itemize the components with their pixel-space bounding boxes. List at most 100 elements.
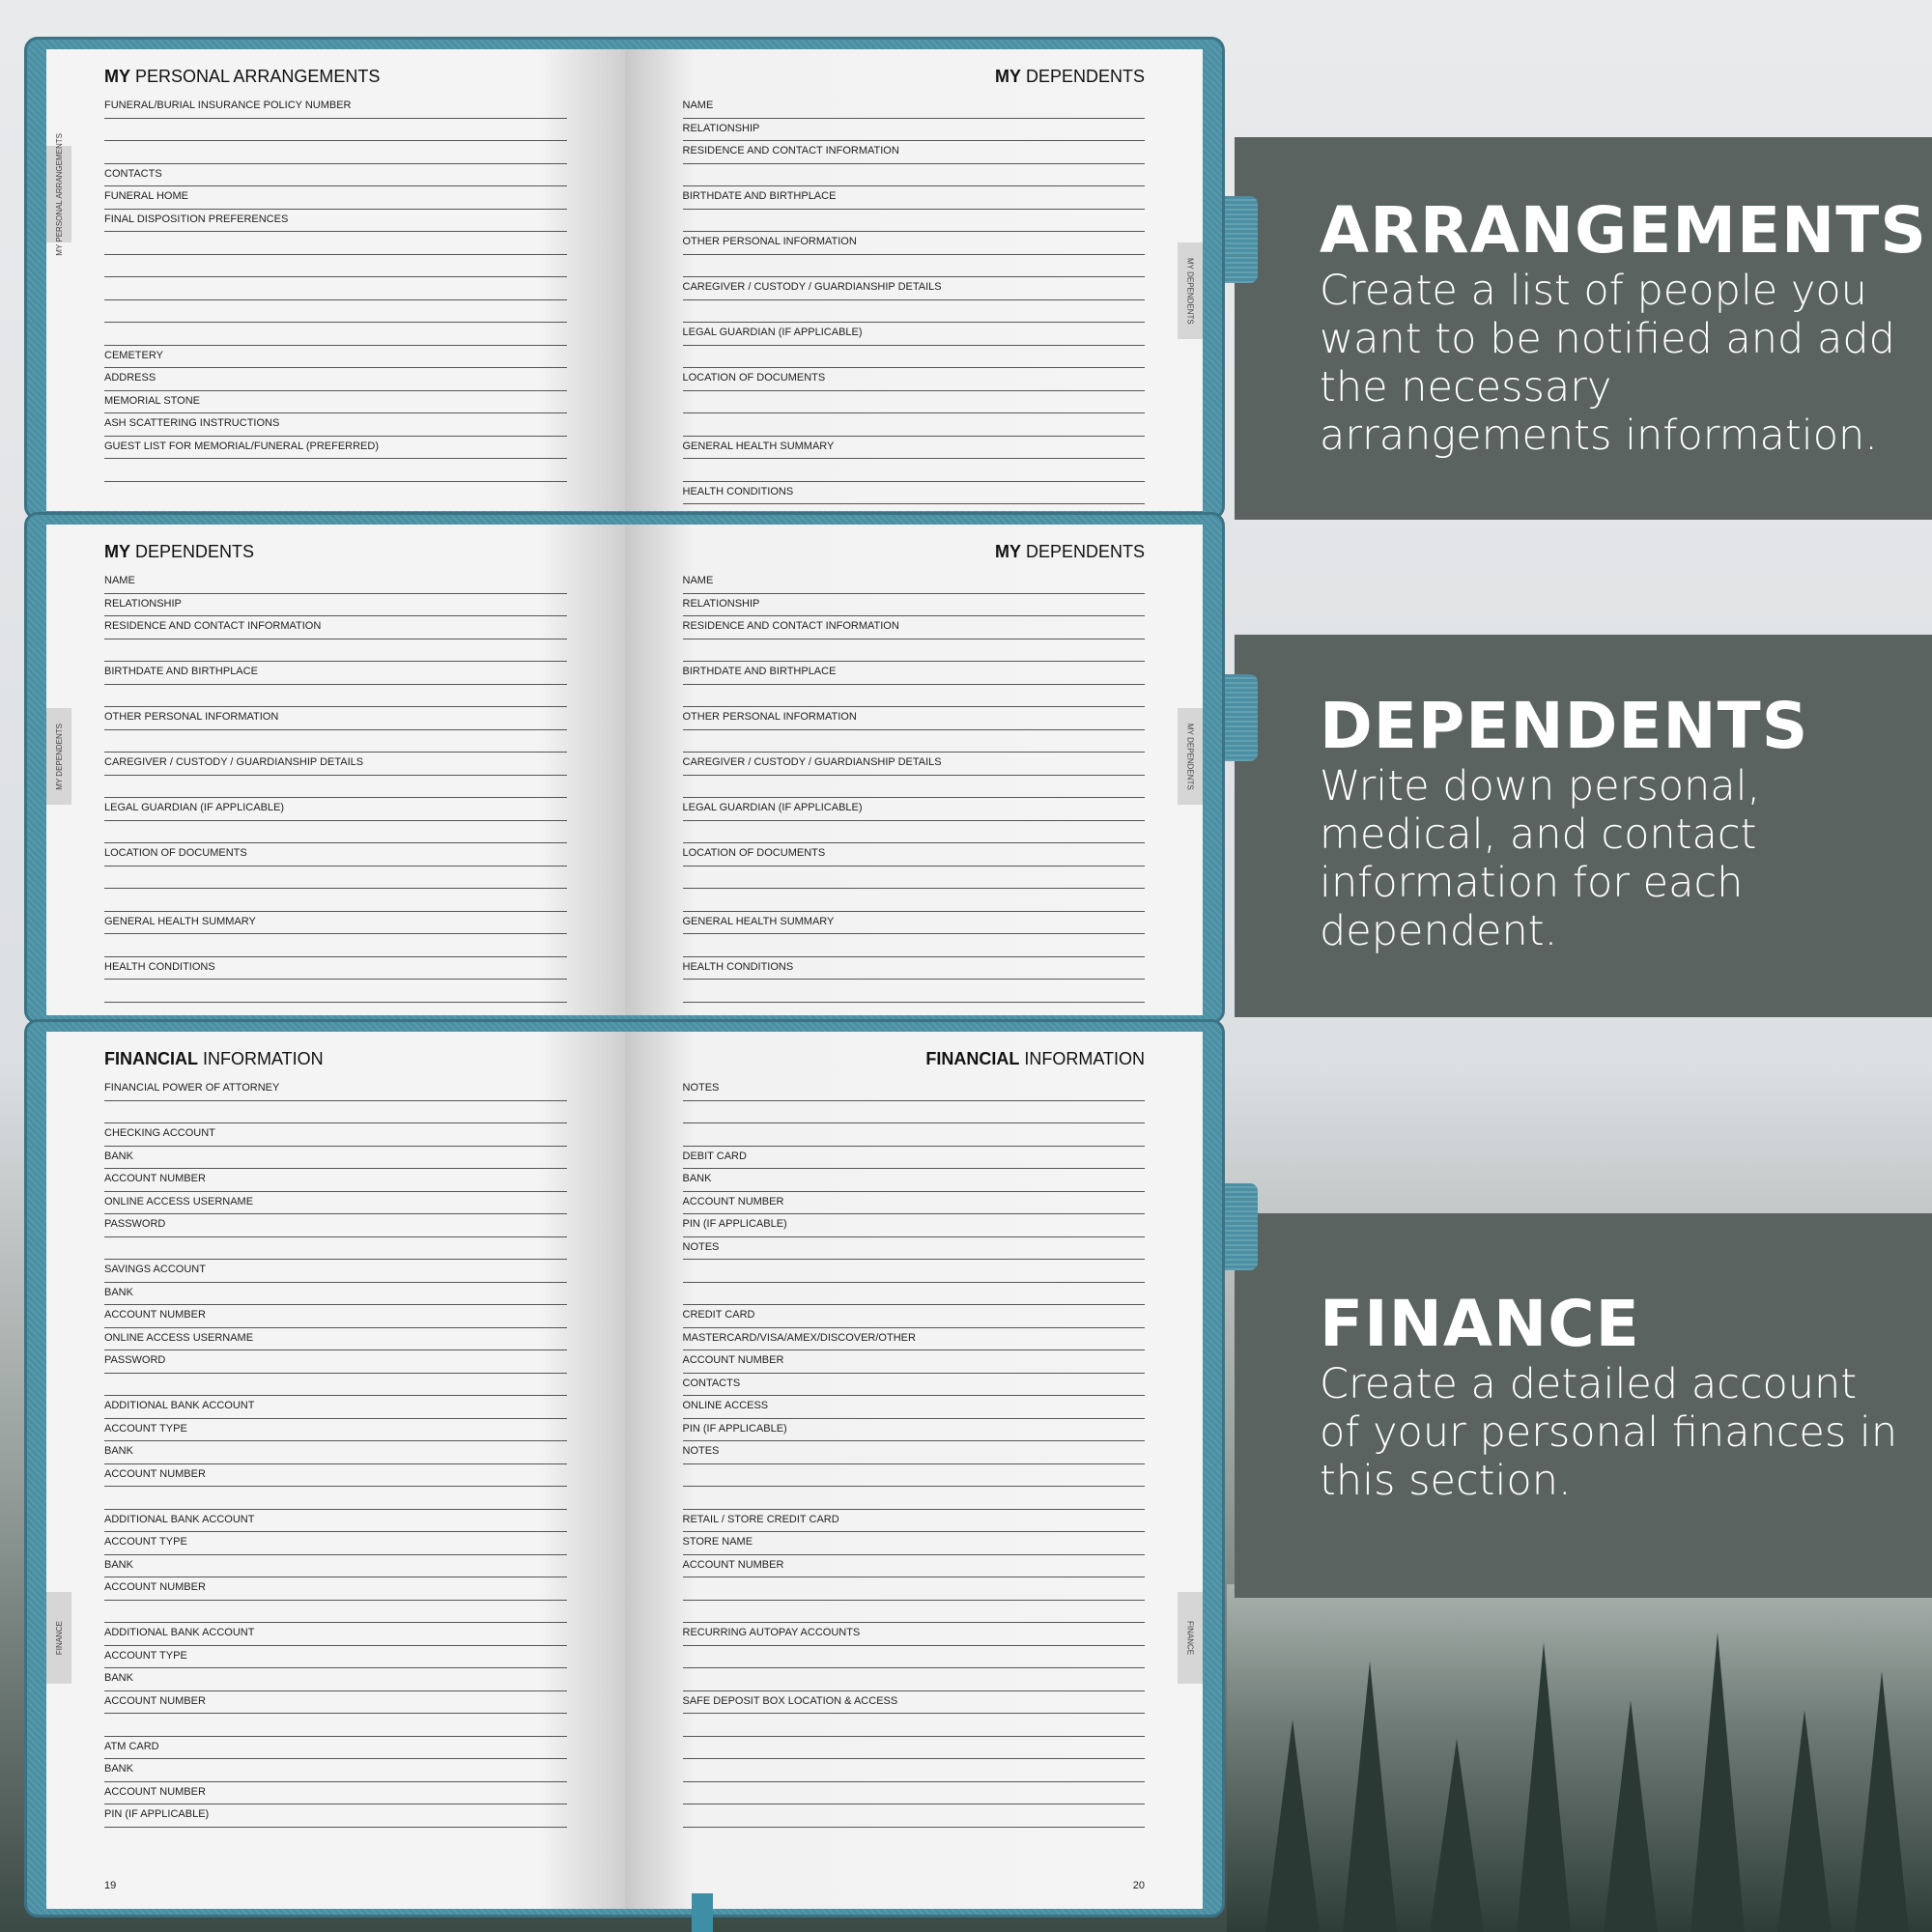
blank-writing-line [682,1804,1145,1828]
blank-writing-line [104,300,567,323]
form-field-label: PIN (IF APPLICABLE) [682,1214,1145,1237]
form-field-label: ACCOUNT NUMBER [104,1169,567,1192]
blank-writing-line [682,1646,1145,1668]
form-field-label: LEGAL GUARDIAN (IF APPLICABLE) [682,323,1145,346]
form-field-label: HEALTH CONDITIONS [104,957,567,980]
form-field-label: RESIDENCE AND CONTACT INFORMATION [682,616,1145,639]
form-field-label: NAME [682,571,1145,594]
form-field-label: PIN (IF APPLICABLE) [682,1419,1145,1441]
elastic-band-icon [1225,196,1258,283]
form-field-label: LOCATION OF DOCUMENTS [682,843,1145,867]
side-tab-label: MY DEPENDENTS [1185,257,1195,325]
blank-writing-line [682,346,1145,368]
blank-writing-line [104,685,567,707]
blank-writing-line [682,164,1145,186]
elastic-band-icon [1225,1183,1258,1270]
blank-writing-line [682,1714,1145,1737]
blank-writing-line [104,323,567,346]
blank-writing-line [682,776,1145,798]
form-field-label: NOTES [682,1237,1145,1260]
blank-writing-line [682,1577,1145,1601]
side-tab-label: MY PERSONAL ARRANGEMENTS [54,132,64,256]
blank-writing-line [104,277,567,300]
form-field-label: ACCOUNT NUMBER [682,1350,1145,1374]
form-field-label: ADDITIONAL BANK ACCOUNT [104,1623,567,1646]
blank-writing-line [682,300,1145,323]
form-field-label: HEALTH CONDITIONS [682,957,1145,980]
form-field-label: ADDITIONAL BANK ACCOUNT [104,1510,567,1532]
notebook-spread-dependents: MY DEPENDENTS NAME RELATIONSHIP RESIDENCE A… [24,512,1225,1024]
page-number: 20 [1132,1880,1145,1891]
panel-dependents: DEPENDENTS Write down personal, medical,… [1235,635,1932,1017]
form-field-label: ONLINE ACCESS [682,1396,1145,1419]
form-field-label: OTHER PERSONAL INFORMATION [104,707,567,730]
page-title-bold: FINANCIAL [104,1049,198,1068]
form-field-label: ACCOUNT NUMBER [104,1464,567,1487]
panel-finance: FINANCE Create a detailed account of you… [1235,1213,1932,1598]
form-field-label: CHECKING ACCOUNT [104,1123,567,1147]
page-title-rest: DEPENDENTS [1020,542,1145,561]
form-field-label: MASTERCARD/VISA/AMEX/DISCOVER/OTHER [682,1328,1145,1350]
form-field-label: OTHER PERSONAL INFORMATION [682,707,1145,730]
blank-writing-line [104,1237,567,1260]
blank-writing-line [104,889,567,912]
form-field-label: ASH SCATTERING INSTRUCTIONS [104,413,567,437]
blank-writing-line [104,821,567,843]
section-side-tab: MY PERSONAL ARRANGEMENTS [46,133,71,255]
blank-writing-line [104,141,567,164]
blank-writing-line [682,255,1145,277]
form-field-label: BIRTHDATE AND BIRTHPLACE [682,186,1145,210]
form-field-label: CONTACTS [682,1374,1145,1396]
form-field-label: ADDITIONAL BANK ACCOUNT [104,1396,567,1419]
form-field-label: GENERAL HEALTH SUMMARY [682,912,1145,934]
blank-writing-line [682,1464,1145,1487]
blank-writing-line [104,1487,567,1510]
form-field-label: RECURRING AUTOPAY ACCOUNTS [682,1623,1145,1646]
bookmark-ribbon [692,1893,713,1932]
form-field-label: DEBIT CARD [682,1147,1145,1169]
blank-writing-line [104,1101,567,1123]
page-title-bold: MY [104,542,130,561]
page-title: MY DEPENDENTS [683,542,1145,563]
form-field-label: ADDRESS [104,368,567,391]
blank-writing-line [104,1374,567,1396]
form-field-label: CAREGIVER / CUSTODY / GUARDIANSHIP DETAI… [682,277,1145,300]
page-title-rest: INFORMATION [1019,1049,1145,1068]
panel-text: Create a detailed account of your person… [1320,1360,1898,1505]
form-field-label: BANK [682,1169,1145,1192]
page-left: MY DEPENDENTS NAME RELATIONSHIP RESIDENCE A… [46,525,625,1015]
page-title: MY PERSONAL ARRANGEMENTS [104,67,567,88]
blank-writing-line [682,685,1145,707]
form-field-label: FINANCIAL POWER OF ATTORNEY [104,1078,567,1101]
form-field-label: NOTES [682,1078,1145,1101]
blank-writing-line [682,1260,1145,1283]
page-right: MY DEPENDENTS NAME RELATIONSHIP RESIDENCE A… [624,49,1203,511]
blank-writing-line [682,459,1145,482]
form-field-label: BANK [104,1283,567,1305]
panel-title: DEPENDENTS [1320,689,1809,763]
panel-title: ARRANGEMENTS [1320,193,1927,268]
form-field-label: ACCOUNT NUMBER [682,1192,1145,1214]
section-side-tab: MY DEPENDENTS [1178,708,1203,805]
form-field-label: RETAIL / STORE CREDIT CARD [682,1510,1145,1532]
blank-writing-line [682,413,1145,437]
form-field-label: CREDIT CARD [682,1305,1145,1328]
section-side-tab: FINANCE [1178,1592,1203,1684]
page-title-bold: MY [994,67,1021,86]
page-title-bold: FINANCIAL [925,1049,1020,1068]
blank-writing-line [104,1714,567,1737]
elastic-band-icon [1225,674,1258,761]
blank-writing-line [682,639,1145,662]
form-field-label: NOTES [682,1441,1145,1464]
page-title: MY DEPENDENTS [104,542,567,563]
panel-arrangements: ARRANGEMENTS Create a list of people you… [1235,137,1932,520]
forest-background [1227,1584,1932,1932]
blank-writing-line [682,210,1145,232]
form-field-label: ACCOUNT NUMBER [104,1691,567,1714]
blank-writing-line [104,867,567,889]
blank-writing-line [682,980,1145,1003]
form-field-label: SAFE DEPOSIT BOX LOCATION & ACCESS [682,1691,1145,1714]
blank-writing-line [104,232,567,255]
form-field-label: ATM CARD [104,1737,567,1759]
page-title: MY DEPENDENTS [683,67,1145,88]
